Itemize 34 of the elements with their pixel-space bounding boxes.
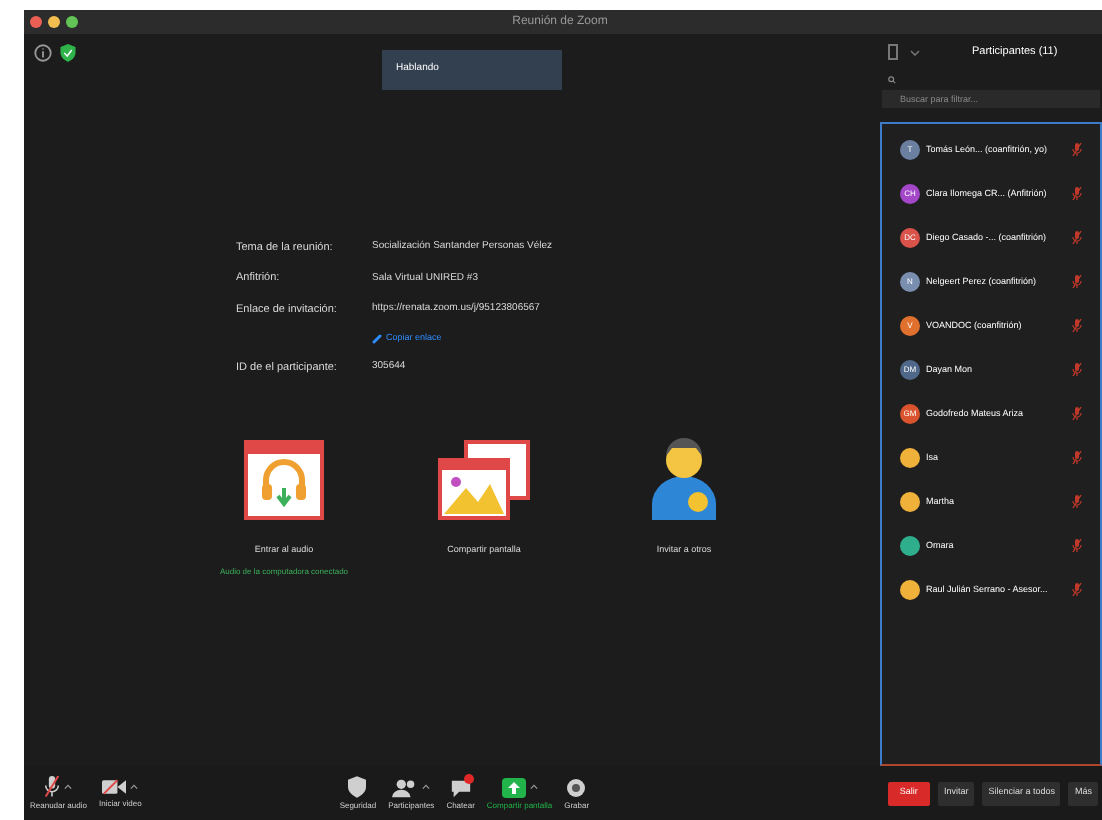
- people-icon: [392, 777, 419, 797]
- muted-mic-icon[interactable]: [1072, 494, 1082, 510]
- search-icon: [888, 75, 896, 83]
- minimize-window-icon[interactable]: [48, 16, 60, 28]
- caret-icon[interactable]: [529, 784, 538, 790]
- muted-mic-icon[interactable]: [1072, 538, 1082, 554]
- record-icon: [566, 777, 587, 797]
- notification-badge: [463, 773, 474, 783]
- muted-mic-icon[interactable]: [1072, 186, 1082, 202]
- close-window-icon[interactable]: [30, 16, 42, 28]
- muted-mic-icon[interactable]: [1072, 142, 1082, 158]
- info-icon[interactable]: [34, 44, 52, 62]
- muted-mic-icon[interactable]: [1072, 274, 1082, 290]
- link-icon[interactable]: [372, 333, 382, 344]
- caret-icon[interactable]: [130, 784, 139, 790]
- share-screen-icon: [501, 777, 526, 797]
- muted-mic-icon: [44, 776, 61, 798]
- video-camera-icon: [102, 778, 127, 796]
- maximize-window-icon[interactable]: [66, 16, 78, 28]
- muted-mic-icon[interactable]: [1072, 406, 1082, 422]
- muted-mic-icon[interactable]: [1072, 318, 1082, 334]
- chevron-down-icon[interactable]: [910, 49, 920, 55]
- picture-windows-icon[interactable]: [438, 439, 530, 520]
- caret-icon[interactable]: [64, 784, 73, 790]
- chat-bubble-icon: [449, 777, 472, 797]
- muted-mic-icon[interactable]: [1072, 362, 1082, 378]
- muted-mic-icon[interactable]: [1072, 450, 1082, 466]
- shield-check-icon[interactable]: [60, 44, 76, 62]
- headphones-window-icon[interactable]: [244, 439, 324, 520]
- muted-mic-icon[interactable]: [1072, 230, 1082, 246]
- pop-out-icon[interactable]: [888, 44, 898, 60]
- shield-icon: [348, 776, 367, 798]
- caret-icon[interactable]: [422, 784, 431, 790]
- muted-mic-icon[interactable]: [1072, 582, 1082, 598]
